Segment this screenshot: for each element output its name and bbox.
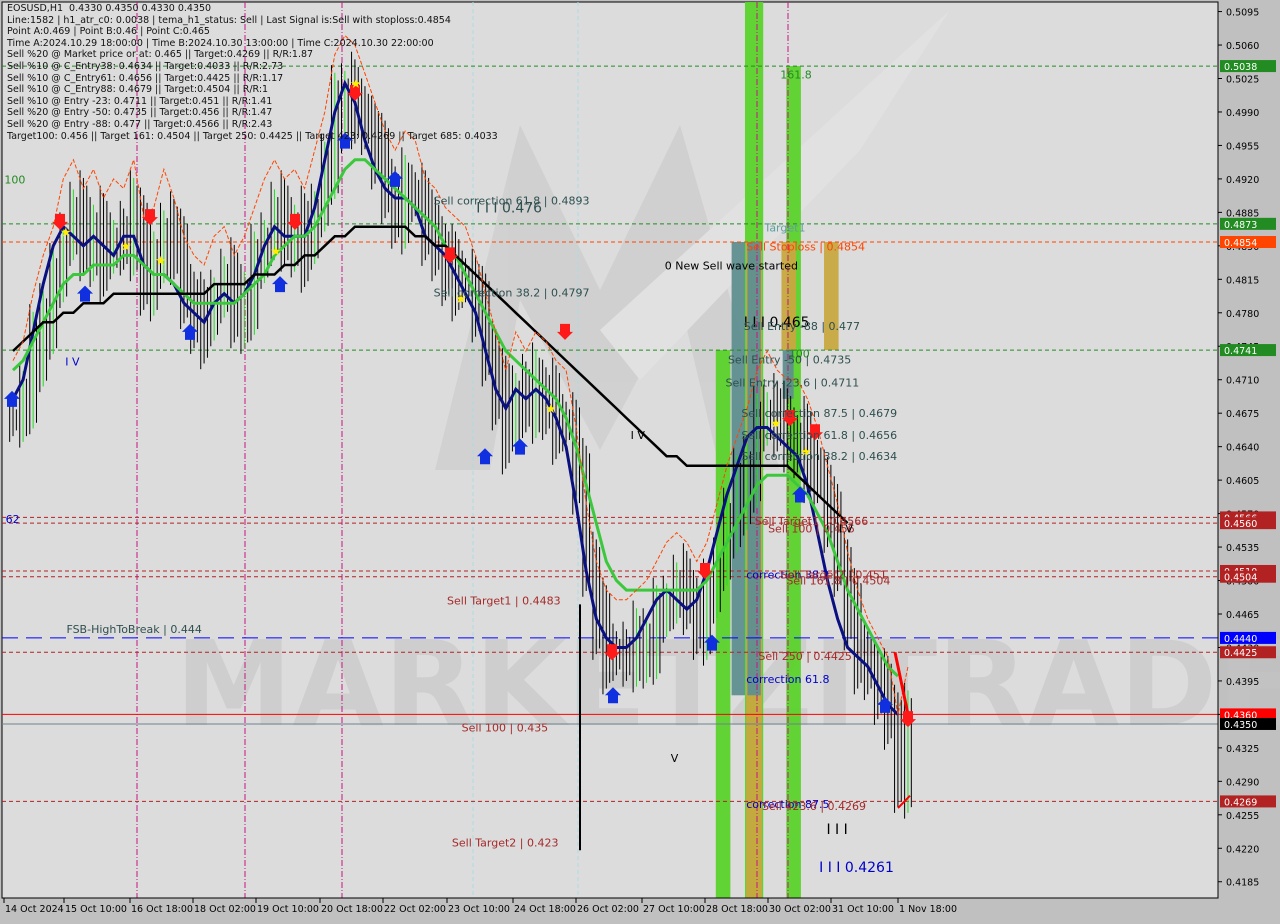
chart-annotation: Sell 423.6 | 0.4269 xyxy=(762,800,866,813)
time-tick-label: 26 Oct 02:00 xyxy=(577,904,639,915)
chart-annotation: Target1 xyxy=(763,221,805,234)
price-badge-label: 0.4425 xyxy=(1224,648,1257,659)
chart-annotation: Sell 161.8 | 0.4504 xyxy=(786,574,890,587)
chart-annotation: I V xyxy=(631,429,646,442)
zone-bear xyxy=(781,242,797,351)
price-tick-label: 0.5025 xyxy=(1226,74,1259,85)
zone-bull xyxy=(715,350,731,898)
star-icon: ★ xyxy=(350,77,362,92)
price-tick-label: 0.4885 xyxy=(1226,208,1259,219)
price-badge-label: 0.4350 xyxy=(1224,720,1257,731)
star-icon: ★ xyxy=(60,225,72,240)
price-tick-label: 0.4675 xyxy=(1226,409,1259,420)
price-badge-label: 0.4560 xyxy=(1224,519,1257,530)
price-tick-label: 0.4780 xyxy=(1226,309,1259,320)
chart-annotation: Sell Target1 | 0.4483 xyxy=(447,594,561,607)
price-badge-label: 0.5038 xyxy=(1224,62,1257,73)
price-tick-label: 0.4535 xyxy=(1226,543,1259,554)
chart-annotation: V xyxy=(671,752,679,765)
chart-annotation: 62 xyxy=(6,513,20,526)
chart-annotation: Sell 250 | 0.4425 xyxy=(758,650,852,663)
price-tick-label: 0.4290 xyxy=(1226,777,1259,788)
chart-annotation: correction 61.8 xyxy=(746,673,829,686)
chart-annotation: I V xyxy=(65,355,80,368)
price-tick-label: 0.4325 xyxy=(1226,744,1259,755)
price-badge-label: 0.4504 xyxy=(1224,573,1257,584)
price-tick-label: 0.4710 xyxy=(1226,376,1259,387)
price-tick-label: 0.4395 xyxy=(1226,677,1259,688)
time-tick-label: 22 Oct 02:00 xyxy=(384,904,446,915)
star-icon: ★ xyxy=(120,240,132,255)
chart-annotation: Sell Entry -50 | 0.4735 xyxy=(728,353,851,366)
time-tick-label: 19 Oct 10:00 xyxy=(257,904,319,915)
trading-chart[interactable]: MARKETZITRADE ★★★★★★★★★ Sell correction … xyxy=(0,0,1280,920)
chart-annotation: I V xyxy=(839,523,854,536)
price-tick-label: 0.4185 xyxy=(1226,878,1259,889)
time-tick-label: 18 Oct 02:00 xyxy=(194,904,256,915)
chart-annotation: Sell correction 61.8 | 0.4656 xyxy=(741,429,897,442)
time-tick-label: 20 Oct 18:00 xyxy=(321,904,383,915)
time-tick-label: 24 Oct 18:00 xyxy=(514,904,576,915)
price-badge-label: 0.4873 xyxy=(1224,220,1257,231)
chart-annotation: Sell Stoploss | 0.4854 xyxy=(746,241,865,254)
price-badge-label: 0.4440 xyxy=(1224,634,1257,645)
chart-annotation: Sell Entry -23.6 | 0.4711 xyxy=(726,376,860,389)
chart-annotation: 0 New Sell wave started xyxy=(665,260,798,273)
price-tick-label: 0.4955 xyxy=(1226,141,1259,152)
price-tick-label: 0.5095 xyxy=(1226,8,1259,19)
chart-annotation: I I I xyxy=(826,822,847,838)
price-tick-label: 0.4990 xyxy=(1226,108,1259,119)
chart-annotation: Sell correction 38.2 | 0.4797 xyxy=(434,287,590,300)
star-icon: ★ xyxy=(155,254,167,269)
chart-annotation: 100 xyxy=(4,174,25,187)
price-tick-label: 0.5060 xyxy=(1226,41,1259,52)
price-tick-label: 0.4640 xyxy=(1226,443,1259,454)
time-tick-label: 30 Oct 02:00 xyxy=(769,904,831,915)
chart-canvas[interactable]: MARKETZITRADE ★★★★★★★★★ Sell correction … xyxy=(0,0,1280,920)
time-tick-label: 27 Oct 10:00 xyxy=(643,904,705,915)
price-badge-label: 0.4854 xyxy=(1224,238,1257,249)
price-tick-label: 0.4255 xyxy=(1226,811,1259,822)
time-tick-label: 1 Nov 18:00 xyxy=(899,904,957,915)
chart-annotation: FSB-HighToBreak | 0.444 xyxy=(66,623,201,636)
time-tick-label: 15 Oct 10:00 xyxy=(65,904,127,915)
chart-annotation: Sell correction 38.2 | 0.4634 xyxy=(741,450,897,463)
time-tick-label: 14 Oct 2024 xyxy=(5,904,64,915)
plot-area[interactable] xyxy=(1,1,1219,899)
price-tick-label: 0.4815 xyxy=(1226,275,1259,286)
chart-annotation: Sell Entry -88 | 0.477 xyxy=(744,320,860,333)
price-tick-label: 0.4220 xyxy=(1226,844,1259,855)
time-tick-label: 16 Oct 18:00 xyxy=(131,904,193,915)
chart-annotation: I I I 0.4261 xyxy=(819,860,894,876)
zone-bear xyxy=(824,242,839,351)
price-badge-label: 0.4741 xyxy=(1224,346,1257,357)
time-tick-label: 31 Oct 10:00 xyxy=(832,904,894,915)
chart-annotation: I I I 0.476 xyxy=(476,200,542,216)
price-tick-label: 0.4465 xyxy=(1226,610,1259,621)
price-tick-label: 0.4605 xyxy=(1226,476,1259,487)
price-tick-label: 0.4920 xyxy=(1226,175,1259,186)
chart-annotation: Sell 100 | 0.435 xyxy=(462,722,549,735)
time-tick-label: 23 Oct 10:00 xyxy=(448,904,510,915)
star-icon: ★ xyxy=(270,244,282,259)
price-badge-label: 0.4269 xyxy=(1224,797,1257,808)
chart-annotation: Sell Target2 | 0.423 xyxy=(452,836,559,849)
star-icon: ★ xyxy=(545,402,557,417)
time-tick-label: 28 Oct 18:00 xyxy=(706,904,768,915)
chart-annotation: Sell correction 87.5 | 0.4679 xyxy=(741,407,897,420)
chart-annotation: 161.8 xyxy=(780,68,812,81)
